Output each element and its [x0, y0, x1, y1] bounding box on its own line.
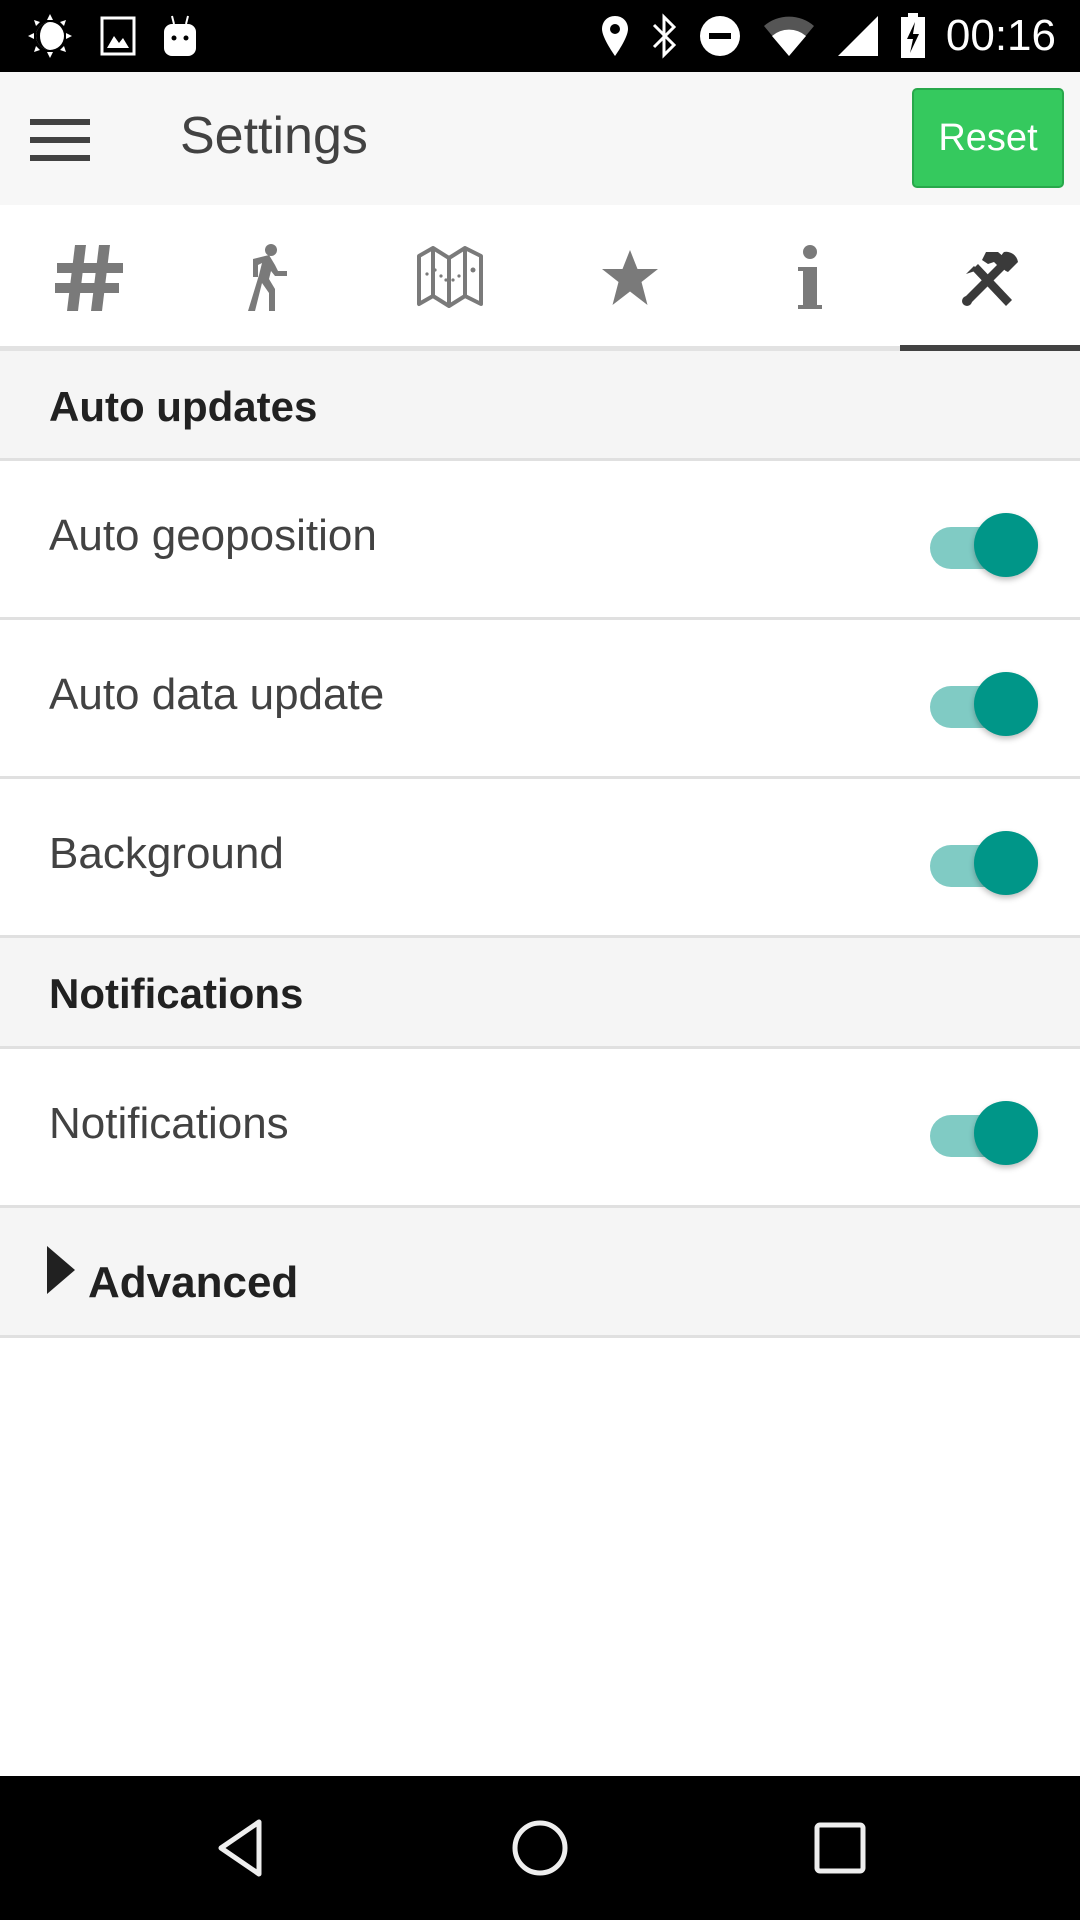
tab-info[interactable] — [720, 205, 900, 351]
do-not-disturb-icon — [699, 16, 740, 56]
android-icon — [164, 15, 196, 56]
home-button[interactable] — [490, 1798, 590, 1898]
tab-map[interactable] — [360, 205, 540, 351]
auto-data-update-toggle[interactable] — [928, 670, 1040, 736]
background-toggle[interactable] — [928, 829, 1040, 895]
wifi-icon — [763, 16, 814, 56]
hash-icon — [55, 245, 123, 311]
tab-walk[interactable] — [180, 205, 360, 351]
setting-row-auto-data-update: Auto data update — [0, 620, 1080, 779]
star-icon — [602, 250, 658, 305]
back-icon — [218, 1819, 262, 1877]
tab-hash[interactable] — [0, 205, 180, 351]
reset-button[interactable]: Reset — [912, 88, 1064, 188]
setting-label: Auto data update — [49, 670, 385, 719]
back-button[interactable] — [190, 1798, 290, 1898]
bluetooth-icon — [652, 13, 677, 59]
switch-thumb — [974, 672, 1038, 736]
tab-favorites[interactable] — [540, 205, 720, 351]
setting-row-background: Background — [0, 779, 1080, 938]
caret-right-icon — [47, 1246, 75, 1294]
location-icon — [601, 16, 628, 56]
tab-tools[interactable] — [900, 205, 1080, 351]
hamburger-menu-icon[interactable] — [28, 114, 92, 164]
setting-label: Auto geoposition — [49, 511, 377, 560]
tools-icon — [962, 251, 1018, 306]
info-icon — [798, 245, 822, 309]
switch-thumb — [974, 513, 1038, 577]
setting-row-notifications: Notifications — [0, 1049, 1080, 1208]
navigation-bar — [0, 1776, 1080, 1920]
brightness-icon — [28, 14, 72, 58]
walking-person-icon — [248, 244, 287, 311]
notifications-toggle[interactable] — [928, 1099, 1040, 1165]
auto-geoposition-toggle[interactable] — [928, 511, 1040, 577]
setting-label: Notifications — [49, 1099, 289, 1148]
status-bar: 00:16 — [0, 0, 1080, 72]
status-time: 00:16 — [945, 11, 1056, 60]
section-header-notifications: Notifications — [0, 938, 1080, 1049]
section-title: Advanced — [88, 1258, 299, 1307]
section-title: Auto updates — [49, 383, 318, 430]
recents-icon — [814, 1822, 866, 1874]
setting-label: Background — [49, 829, 284, 878]
setting-row-auto-geoposition: Auto geoposition — [0, 461, 1080, 620]
switch-thumb — [974, 1101, 1038, 1165]
map-icon — [417, 246, 483, 308]
section-header-auto-updates: Auto updates — [0, 351, 1080, 461]
page-title: Settings — [180, 107, 368, 165]
home-icon — [512, 1820, 568, 1876]
switch-thumb — [974, 831, 1038, 895]
advanced-section-toggle[interactable]: Advanced — [0, 1208, 1080, 1338]
signal-icon — [837, 16, 878, 56]
section-title: Notifications — [49, 970, 304, 1017]
battery-charging-icon — [900, 13, 925, 58]
image-icon — [100, 16, 136, 56]
recents-button[interactable] — [790, 1798, 890, 1898]
tab-bar — [0, 205, 1080, 351]
